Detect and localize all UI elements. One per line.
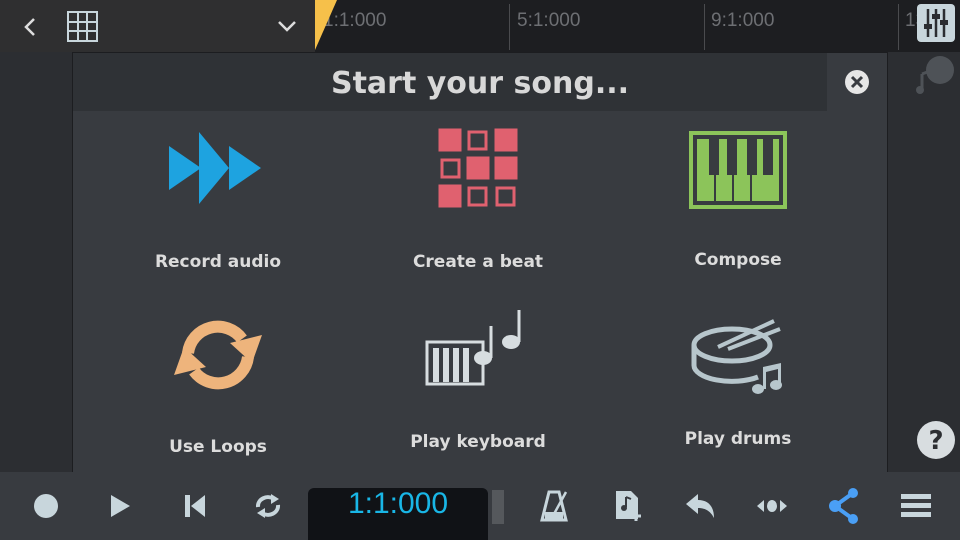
undo-button[interactable] — [682, 488, 718, 524]
close-button[interactable] — [827, 53, 887, 111]
timeline-marker: 5:1:000 — [517, 10, 581, 31]
skip-back-icon — [185, 495, 205, 517]
timeline-marker: 9:1:000 — [711, 10, 775, 31]
option-label: Create a beat — [412, 252, 544, 272]
option-label: Play drums — [684, 429, 792, 449]
record-icon — [34, 494, 58, 518]
keyboard-notes-icon — [425, 310, 521, 386]
option-label: Use Loops — [169, 437, 267, 457]
loop-button[interactable] — [250, 488, 286, 524]
create-beat-option[interactable]: Create a beat — [348, 128, 608, 272]
top-toolbar — [0, 0, 315, 52]
file-add-icon — [616, 491, 641, 521]
record-audio-option[interactable]: Record audio — [88, 128, 348, 272]
share-button[interactable] — [826, 488, 862, 524]
repeat-icon — [255, 494, 281, 518]
time-panel-handle[interactable] — [492, 490, 504, 524]
zoom-fit-button[interactable] — [754, 488, 790, 524]
play-drums-option[interactable]: Play drums — [608, 315, 868, 449]
expand-horizontal-icon — [757, 500, 787, 512]
option-label: Play keyboard — [410, 432, 546, 452]
dialog-title: Start your song... — [73, 53, 887, 111]
metronome-icon — [540, 490, 568, 522]
svg-text:?: ? — [928, 426, 943, 456]
option-label: Record audio — [154, 252, 282, 272]
undo-icon — [686, 494, 714, 518]
mixer-icon — [924, 9, 948, 37]
close-icon — [845, 70, 869, 94]
use-loops-option[interactable]: Use Loops — [88, 313, 348, 457]
help-button[interactable]: ? — [916, 420, 956, 464]
fast-forward-icon — [169, 132, 261, 204]
add-file-button[interactable] — [610, 488, 646, 524]
metronome-button[interactable] — [537, 488, 573, 524]
timeline-tick — [898, 4, 899, 50]
option-label: Compose — [694, 250, 782, 270]
drum-pad-icon — [438, 128, 518, 208]
chevron-left-icon — [24, 18, 35, 36]
time-display[interactable]: 1:1:000 — [308, 488, 488, 540]
timeline-ruler[interactable]: 1:1:000 5:1:000 9:1:000 13 — [315, 0, 960, 52]
rewind-button[interactable] — [177, 488, 213, 524]
timeline-tick — [704, 4, 705, 50]
globe-music-icon — [916, 56, 954, 94]
timeline-tick — [509, 4, 510, 50]
back-button[interactable] — [20, 14, 40, 44]
play-keyboard-option[interactable]: Play keyboard — [348, 308, 608, 452]
play-button[interactable] — [102, 488, 138, 524]
menu-button[interactable] — [898, 488, 934, 524]
share-icon — [829, 488, 858, 524]
drum-icon — [691, 319, 782, 394]
record-button[interactable] — [28, 488, 64, 524]
start-song-dialog: Start your song... Record audio Create a… — [72, 52, 888, 489]
compose-option[interactable]: Compose — [608, 131, 868, 270]
chevron-down-icon — [278, 21, 296, 32]
piano-roll-icon — [689, 131, 787, 209]
globe-music-button[interactable] — [914, 52, 958, 100]
hamburger-menu-icon — [901, 494, 931, 517]
track-dropdown-button[interactable] — [276, 16, 298, 40]
grid-icon — [67, 11, 98, 42]
grid-button[interactable] — [67, 11, 99, 47]
loop-icon — [174, 320, 262, 390]
mixer-button[interactable] — [917, 4, 955, 42]
play-icon — [111, 495, 130, 517]
playhead[interactable] — [315, 0, 337, 50]
help-icon: ? — [917, 421, 955, 459]
